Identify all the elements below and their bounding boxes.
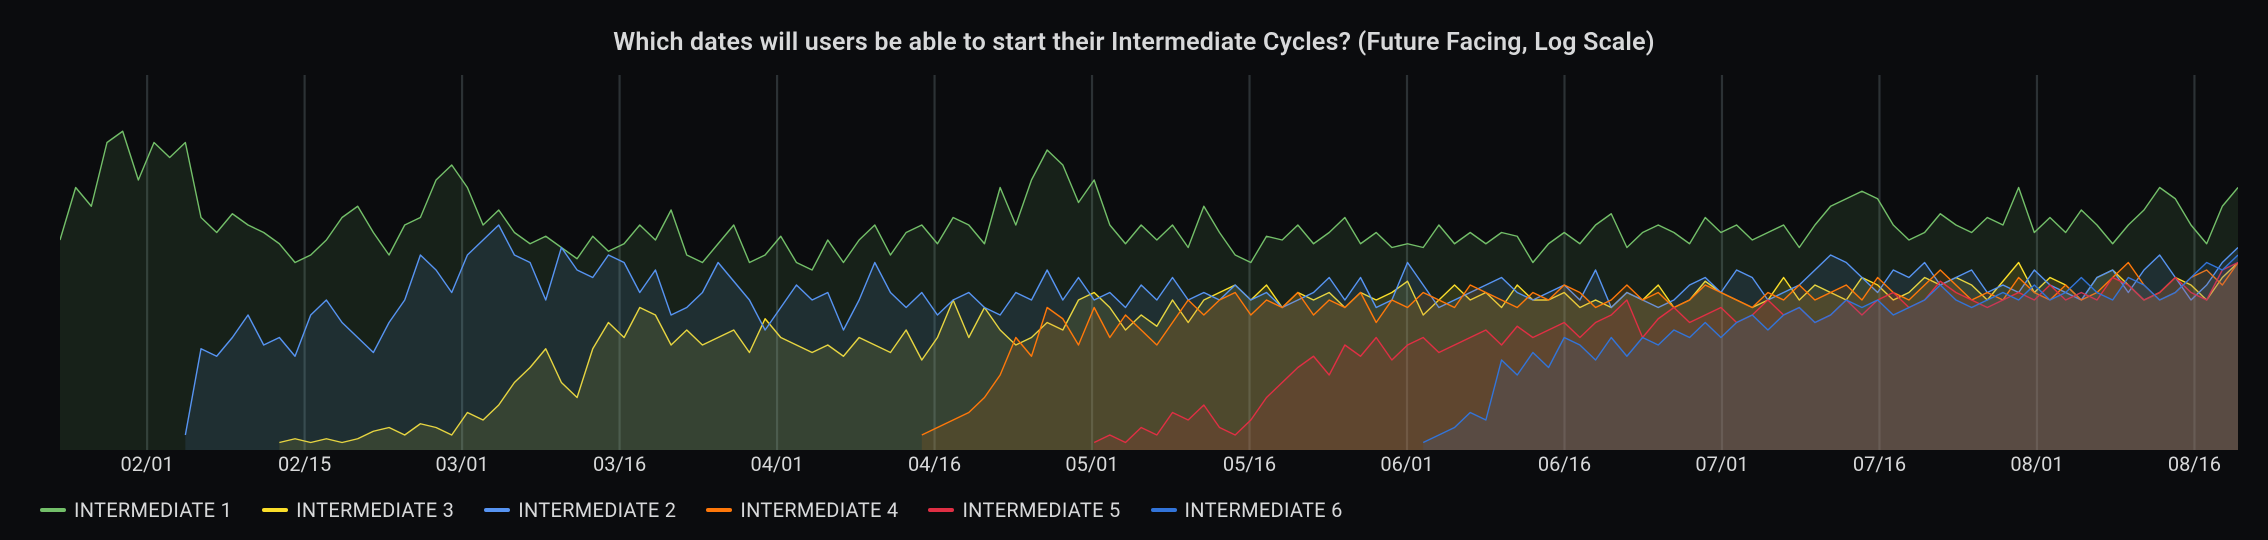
x-tick-label: 07/16: [1853, 452, 1906, 476]
legend-swatch: [706, 508, 732, 512]
x-tick-label: 07/01: [1695, 452, 1748, 476]
x-tick-label: 06/16: [1538, 452, 1591, 476]
legend-item[interactable]: INTERMEDIATE 2: [484, 498, 676, 522]
x-tick-label: 08/16: [2168, 452, 2221, 476]
legend-item[interactable]: INTERMEDIATE 4: [706, 498, 898, 522]
legend-item[interactable]: INTERMEDIATE 1: [40, 498, 232, 522]
x-tick-label: 05/16: [1223, 452, 1276, 476]
legend-label: INTERMEDIATE 1: [74, 498, 232, 522]
legend-label: INTERMEDIATE 2: [518, 498, 676, 522]
x-tick-label: 03/01: [435, 452, 488, 476]
plot-area[interactable]: [60, 75, 2238, 450]
legend-swatch: [1151, 508, 1177, 512]
legend-label: INTERMEDIATE 4: [740, 498, 898, 522]
legend-item[interactable]: INTERMEDIATE 3: [262, 498, 454, 522]
x-tick-label: 06/01: [1380, 452, 1433, 476]
legend-item[interactable]: INTERMEDIATE 5: [928, 498, 1120, 522]
x-tick-label: 04/16: [908, 452, 961, 476]
legend-swatch: [928, 508, 954, 512]
legend: INTERMEDIATE 1 INTERMEDIATE 3 INTERMEDIATE…: [40, 498, 1343, 522]
legend-swatch: [262, 508, 288, 512]
legend-swatch: [40, 508, 66, 512]
x-tick-label: 02/01: [121, 452, 174, 476]
x-tick-label: 05/01: [1065, 452, 1118, 476]
x-tick-label: 08/01: [2010, 452, 2063, 476]
chart-title: Which dates will users be able to start …: [0, 0, 2268, 57]
legend-label: INTERMEDIATE 6: [1185, 498, 1343, 522]
x-tick-label: 04/01: [750, 452, 803, 476]
legend-label: INTERMEDIATE 3: [296, 498, 454, 522]
legend-item[interactable]: INTERMEDIATE 6: [1151, 498, 1343, 522]
legend-swatch: [484, 508, 510, 512]
x-tick-label: 02/15: [278, 452, 331, 476]
chart-panel: Which dates will users be able to start …: [0, 0, 2268, 540]
x-tick-label: 03/16: [593, 452, 646, 476]
line-chart-svg: [60, 75, 2238, 450]
x-axis: 02/01 02/15 03/01 03/16 04/01 04/16 05/01 05/16…: [60, 452, 2238, 480]
legend-label: INTERMEDIATE 5: [962, 498, 1120, 522]
